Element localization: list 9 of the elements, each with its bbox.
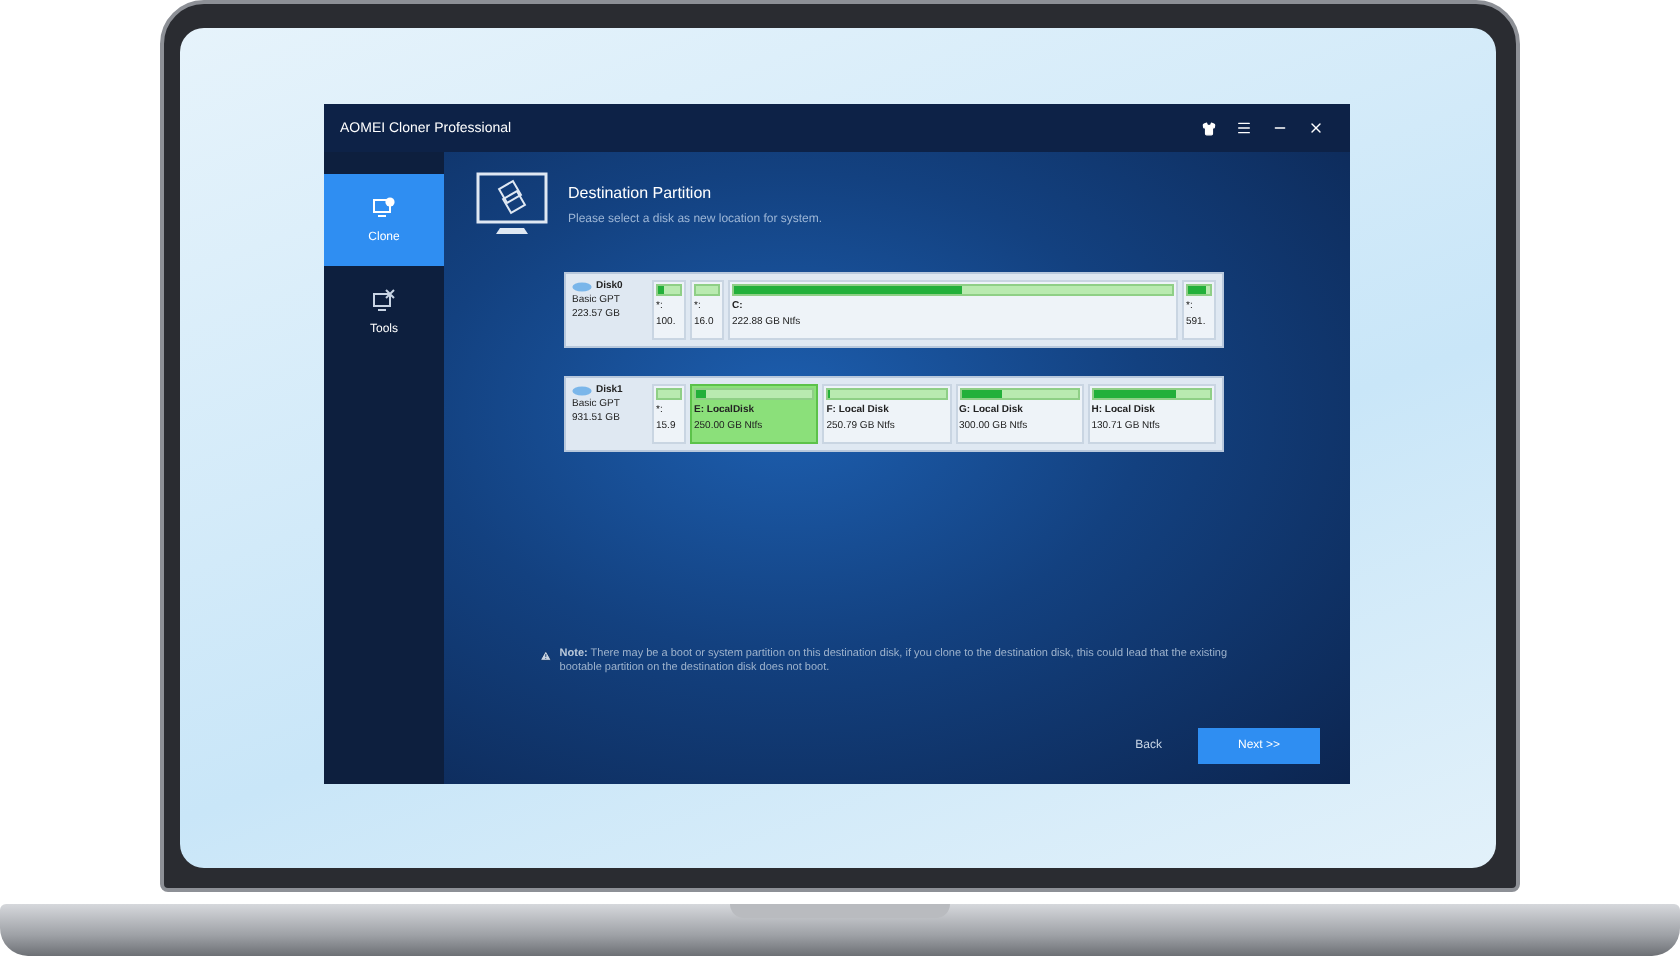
page-title: Destination Partition [568,184,714,202]
monitor-tools-icon [372,288,396,312]
monitor-icon [372,196,396,220]
usage-bar [694,284,720,296]
monitor-icon [476,172,548,236]
warning-icon [540,647,552,664]
usage-bar [656,388,682,400]
disk-icon [572,385,592,395]
disk-icon [572,281,592,291]
